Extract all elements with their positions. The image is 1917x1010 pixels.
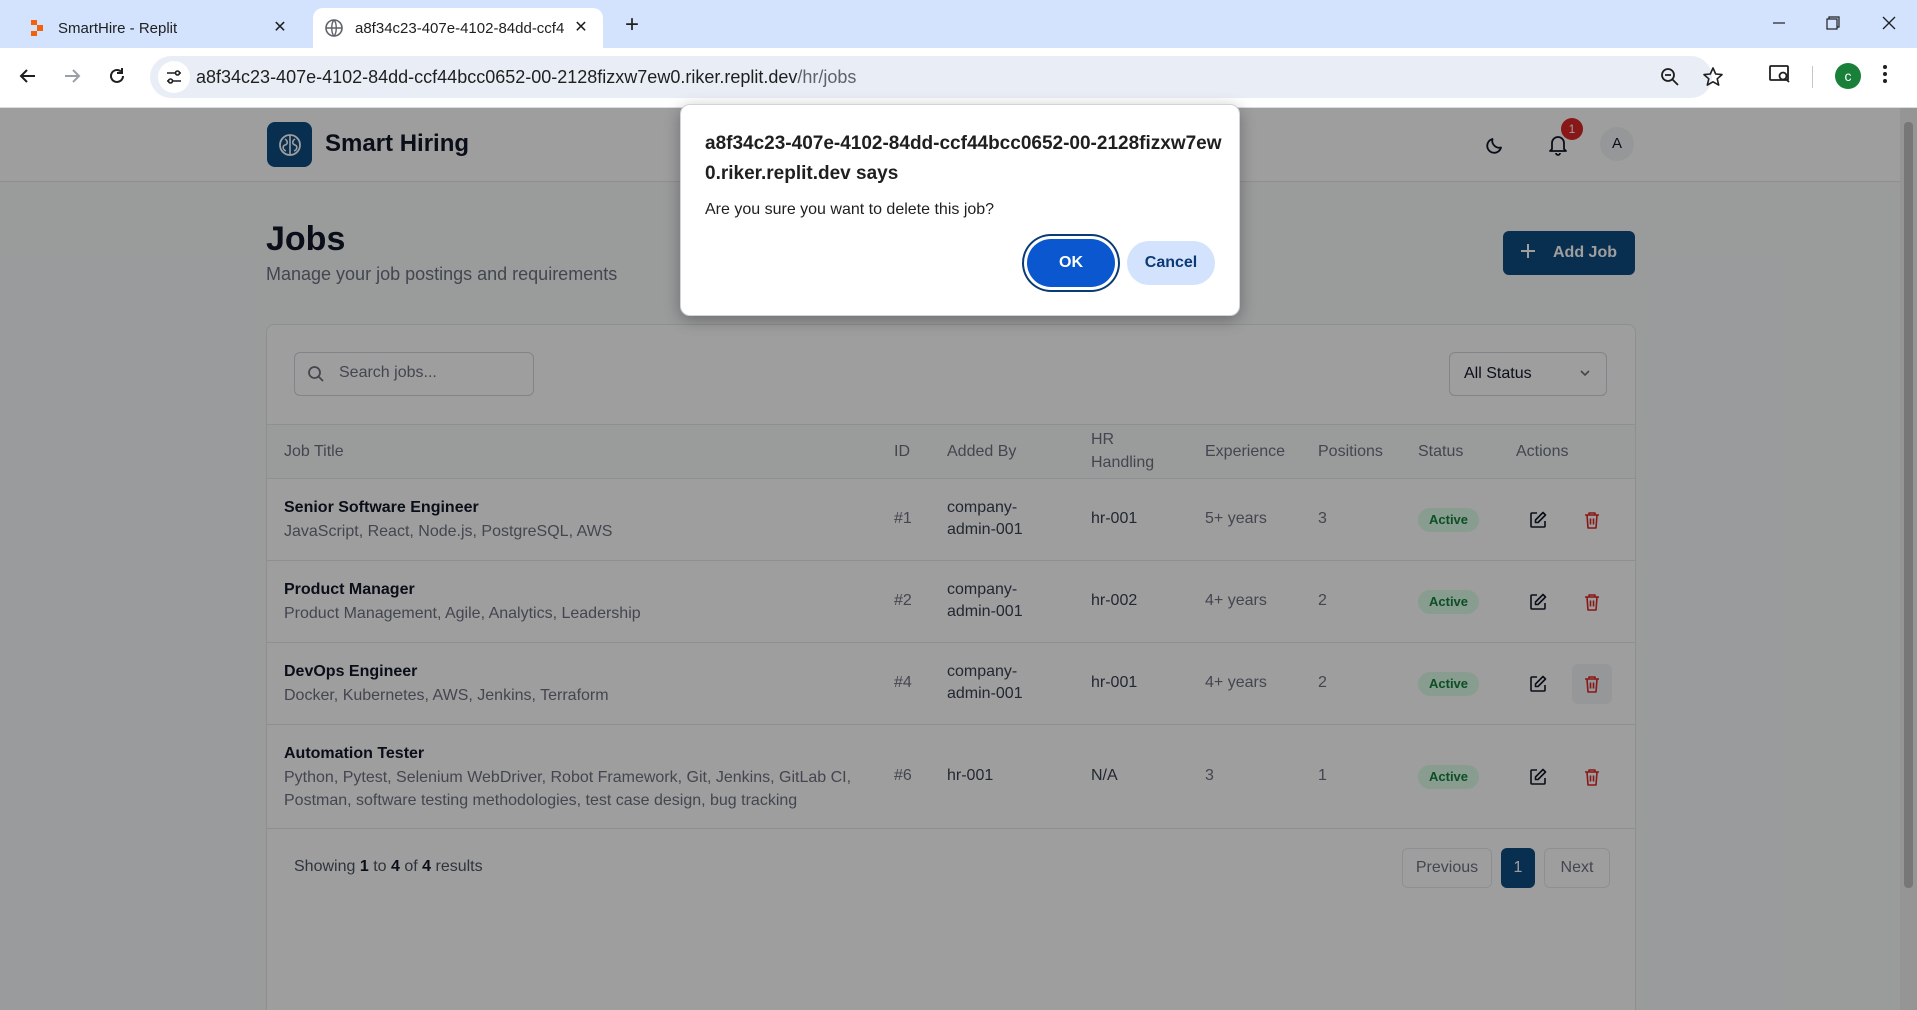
restore-icon[interactable]	[1806, 8, 1860, 38]
browser-tab-smarthire[interactable]: SmartHire - Replit ✕	[12, 8, 302, 48]
tab-title: a8f34c23-407e-4102-84dd-ccf4	[355, 19, 565, 37]
new-tab-button[interactable]: +	[618, 12, 646, 40]
close-tab-icon[interactable]: ✕	[270, 18, 290, 38]
profile-avatar[interactable]: c	[1835, 63, 1861, 89]
zoom-icon[interactable]	[1660, 67, 1680, 92]
tab-title: SmartHire - Replit	[58, 19, 178, 37]
globe-icon	[325, 19, 343, 37]
url-host: a8f34c23-407e-4102-84dd-ccf44bcc0652-00-…	[196, 67, 798, 87]
url-text: a8f34c23-407e-4102-84dd-ccf44bcc0652-00-…	[196, 67, 856, 88]
browser-tab-strip: SmartHire - Replit ✕ a8f34c23-407e-4102-…	[0, 0, 1917, 48]
browser-tab-jobs[interactable]: a8f34c23-407e-4102-84dd-ccf4 ✕	[313, 8, 603, 48]
site-info-icon[interactable]	[158, 61, 190, 93]
dialog-title: a8f34c23-407e-4102-84dd-ccf44bcc0652-00-…	[705, 133, 1222, 184]
bookmark-star-icon[interactable]	[1702, 66, 1724, 93]
close-tab-icon[interactable]: ✕	[571, 18, 591, 38]
minimize-icon[interactable]	[1752, 8, 1806, 38]
address-bar[interactable]: a8f34c23-407e-4102-84dd-ccf44bcc0652-00-…	[150, 56, 1723, 98]
browser-menu-icon[interactable]	[1881, 62, 1889, 91]
cancel-button[interactable]: Cancel	[1127, 241, 1215, 285]
reload-icon[interactable]	[101, 60, 133, 92]
url-path: /hr/jobs	[797, 67, 857, 87]
browser-toolbar: a8f34c23-407e-4102-84dd-ccf44bcc0652-00-…	[0, 48, 1917, 108]
ok-button[interactable]: OK	[1027, 239, 1115, 287]
replit-icon	[28, 19, 46, 37]
forward-icon[interactable]	[56, 60, 88, 92]
confirm-dialog: a8f34c23-407e-4102-84dd-ccf44bcc0652-00-…	[680, 104, 1240, 316]
back-icon[interactable]	[12, 60, 44, 92]
toolbar-divider	[1812, 66, 1813, 88]
cast-search-icon[interactable]	[1768, 62, 1792, 91]
dialog-message: Are you sure you want to delete this job…	[705, 201, 995, 218]
close-window-icon[interactable]	[1862, 8, 1916, 38]
